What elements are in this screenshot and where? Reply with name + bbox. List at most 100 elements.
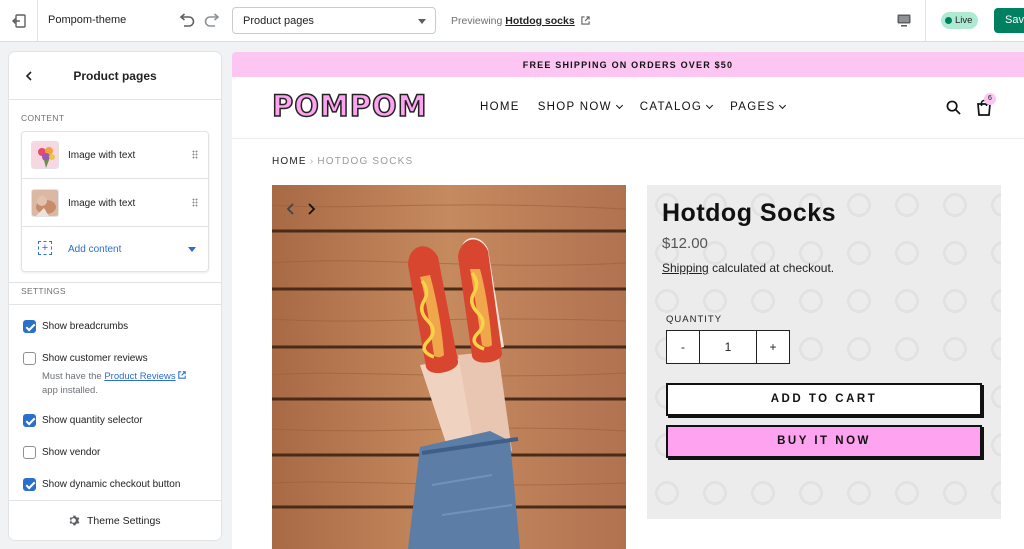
external-link-icon	[178, 371, 186, 379]
cat-photo-thumbnail-icon	[32, 190, 58, 216]
save-button[interactable]: Save	[994, 8, 1024, 33]
quantity-increase-button[interactable]: +	[757, 331, 789, 363]
show-quantity-selector-label[interactable]: Show quantity selector	[42, 415, 143, 426]
exit-button[interactable]	[0, 0, 38, 41]
exit-icon	[11, 13, 26, 28]
gear-icon	[69, 515, 80, 526]
content-block[interactable]: Image with text	[22, 180, 208, 227]
show-customer-reviews-label[interactable]: Show customer reviews	[42, 353, 148, 364]
content-block[interactable]: Image with text	[22, 132, 208, 179]
live-dot-icon	[945, 17, 952, 24]
nav-item-shop-now[interactable]: SHOP NOW	[537, 101, 623, 113]
nav-label: SHOP NOW	[537, 101, 612, 113]
content-blocks-card: Image with text Image with text + Add co…	[21, 131, 209, 272]
settings-section-label: SETTINGS	[21, 286, 66, 296]
nav-item-catalog[interactable]: CATALOG	[639, 101, 714, 113]
reviews-help-prefix: Must have the	[42, 371, 102, 382]
quantity-decrease-button[interactable]: -	[667, 331, 699, 363]
reviews-help-text: Must have the Product Reviews app instal…	[42, 370, 212, 398]
editor-topbar: Pompom-theme Product pages Previewing Ho…	[0, 0, 1024, 42]
theme-settings-label: Theme Settings	[87, 515, 161, 527]
shipping-note: Shipping calculated at checkout.	[662, 261, 834, 275]
redo-button[interactable]	[203, 10, 223, 30]
theme-settings-button[interactable]: Theme Settings	[9, 500, 221, 540]
chevron-left-icon	[286, 203, 294, 215]
nav-label: CATALOG	[639, 101, 703, 113]
content-section-label: CONTENT	[21, 113, 65, 123]
nav-item-pages[interactable]: PAGES	[730, 101, 787, 113]
chevron-down-icon	[188, 247, 196, 252]
add-content-button[interactable]: + Add content	[22, 228, 208, 272]
breadcrumb-separator: ›	[309, 156, 315, 167]
drag-handle-icon[interactable]	[192, 150, 198, 159]
flower-bouquet-thumbnail-icon	[32, 142, 58, 168]
chevron-down-icon	[615, 101, 623, 110]
product-image	[272, 185, 626, 549]
panel-title: Product pages	[73, 69, 157, 83]
product-reviews-link[interactable]: Product Reviews	[104, 371, 175, 382]
store-search-button[interactable]	[946, 100, 961, 120]
desktop-view-button[interactable]	[883, 0, 926, 41]
breadcrumb: HOME › HOTDOG SOCKS	[272, 156, 413, 167]
divider	[9, 282, 221, 283]
preview-product-link[interactable]: Hotdog socks	[505, 15, 574, 27]
show-dynamic-checkout-label[interactable]: Show dynamic checkout button	[42, 479, 180, 490]
drag-handle-icon[interactable]	[192, 198, 198, 207]
storefront-preview: FREE SHIPPING ON ORDERS OVER $50 POMPOM …	[232, 52, 1024, 549]
cart-count-badge: 6	[984, 93, 996, 105]
product-info-panel: Hotdog Socks $12.00 Shipping calculated …	[647, 185, 1001, 519]
carousel-prev-button[interactable]	[286, 202, 295, 220]
chevron-down-icon	[418, 19, 426, 24]
breadcrumb-home[interactable]: HOME	[272, 156, 307, 167]
show-customer-reviews-checkbox[interactable]	[23, 352, 36, 365]
add-block-icon: +	[38, 241, 52, 255]
show-vendor-checkbox[interactable]	[23, 446, 36, 459]
template-select[interactable]: Product pages	[232, 7, 436, 34]
settings-panel: Product pages CONTENT Image with text Im…	[9, 52, 221, 540]
carousel-next-button[interactable]	[307, 202, 316, 220]
store-logo[interactable]: POMPOM	[271, 88, 428, 124]
quantity-stepper: - 1 +	[666, 330, 790, 364]
show-dynamic-checkout-checkbox[interactable]	[23, 478, 36, 491]
block-label: Image with text	[68, 198, 136, 209]
show-breadcrumbs-label[interactable]: Show breadcrumbs	[42, 321, 128, 332]
chevron-right-icon	[308, 203, 316, 215]
divider	[9, 304, 221, 305]
shipping-text: calculated at checkout.	[712, 261, 835, 275]
store-header: POMPOM HOME SHOP NOW CATALOG PAGES 6	[232, 77, 1024, 139]
show-vendor-label[interactable]: Show vendor	[42, 447, 100, 458]
buy-it-now-button[interactable]: BUY IT NOW	[666, 425, 982, 458]
search-icon	[946, 100, 961, 115]
product-price: $12.00	[662, 235, 708, 252]
preview-info: Previewing Hotdog socks	[451, 15, 590, 27]
block-thumbnail	[31, 141, 59, 169]
panel-header: Product pages	[9, 52, 221, 100]
quantity-label: QUANTITY	[666, 314, 723, 325]
show-quantity-selector-checkbox[interactable]	[23, 414, 36, 427]
main-nav: HOME SHOP NOW CATALOG PAGES	[480, 101, 787, 113]
product-title: Hotdog Socks	[662, 199, 837, 227]
template-select-value: Product pages	[243, 15, 314, 27]
quantity-input[interactable]: 1	[699, 331, 757, 363]
live-badge: Live	[941, 12, 979, 29]
nav-label: HOME	[480, 101, 520, 113]
nav-item-home[interactable]: HOME	[480, 101, 520, 113]
live-label: Live	[955, 15, 973, 26]
chevron-down-icon	[706, 101, 714, 110]
add-to-cart-button[interactable]: ADD TO CART	[666, 383, 982, 416]
shipping-link[interactable]: Shipping	[662, 261, 709, 275]
add-content-label: Add content	[68, 244, 122, 255]
reviews-help-suffix: app installed.	[42, 385, 98, 396]
external-link-icon	[581, 16, 590, 25]
block-thumbnail	[31, 189, 59, 217]
chevron-down-icon	[779, 101, 787, 110]
nav-label: PAGES	[730, 101, 776, 113]
block-label: Image with text	[68, 150, 136, 161]
show-breadcrumbs-checkbox[interactable]	[23, 320, 36, 333]
hotdog-socks-photo	[272, 185, 626, 549]
monitor-icon	[897, 14, 911, 27]
announcement-bar: FREE SHIPPING ON ORDERS OVER $50	[232, 52, 1024, 77]
theme-name: Pompom-theme	[48, 14, 127, 26]
undo-button[interactable]	[176, 10, 196, 30]
breadcrumb-current: HOTDOG SOCKS	[317, 156, 414, 167]
